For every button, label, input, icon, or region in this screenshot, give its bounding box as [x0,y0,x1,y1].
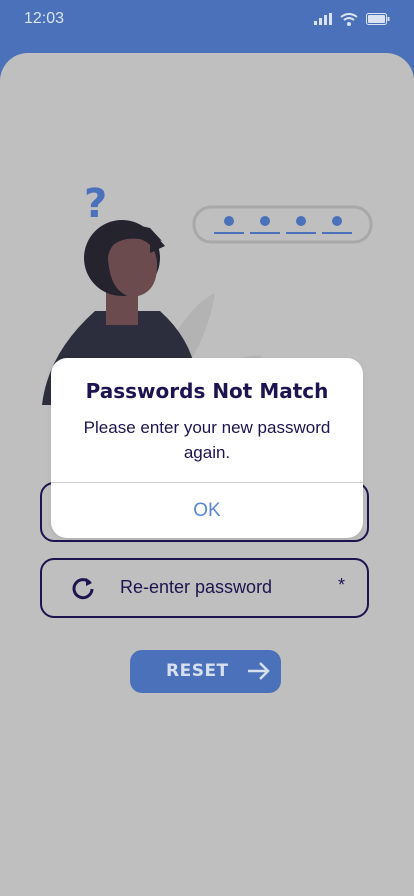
required-asterisk: * [337,575,345,595]
status-bar: 12:03 [0,0,414,40]
wifi-icon [340,12,358,26]
ok-button[interactable]: OK [51,483,363,538]
reset-button[interactable]: RESET [130,650,281,693]
cellular-signal-icon [314,13,332,25]
status-icons [314,12,390,26]
refresh-icon [72,578,94,600]
dialog-title: Passwords Not Match [85,379,329,403]
arrow-right-icon [248,662,270,680]
reenter-password-label: Re-enter password [120,577,273,597]
status-time: 12:03 [24,10,65,27]
battery-icon [366,13,390,25]
question-mark-glyph: ? [84,181,108,227]
alert-dialog: Passwords Not Match Please enter your ne… [51,358,363,538]
dialog-message: Please enter your new password again. [83,418,331,462]
reset-label: RESET [166,661,229,681]
reenter-password-field[interactable]: Re-enter password * [40,558,369,618]
